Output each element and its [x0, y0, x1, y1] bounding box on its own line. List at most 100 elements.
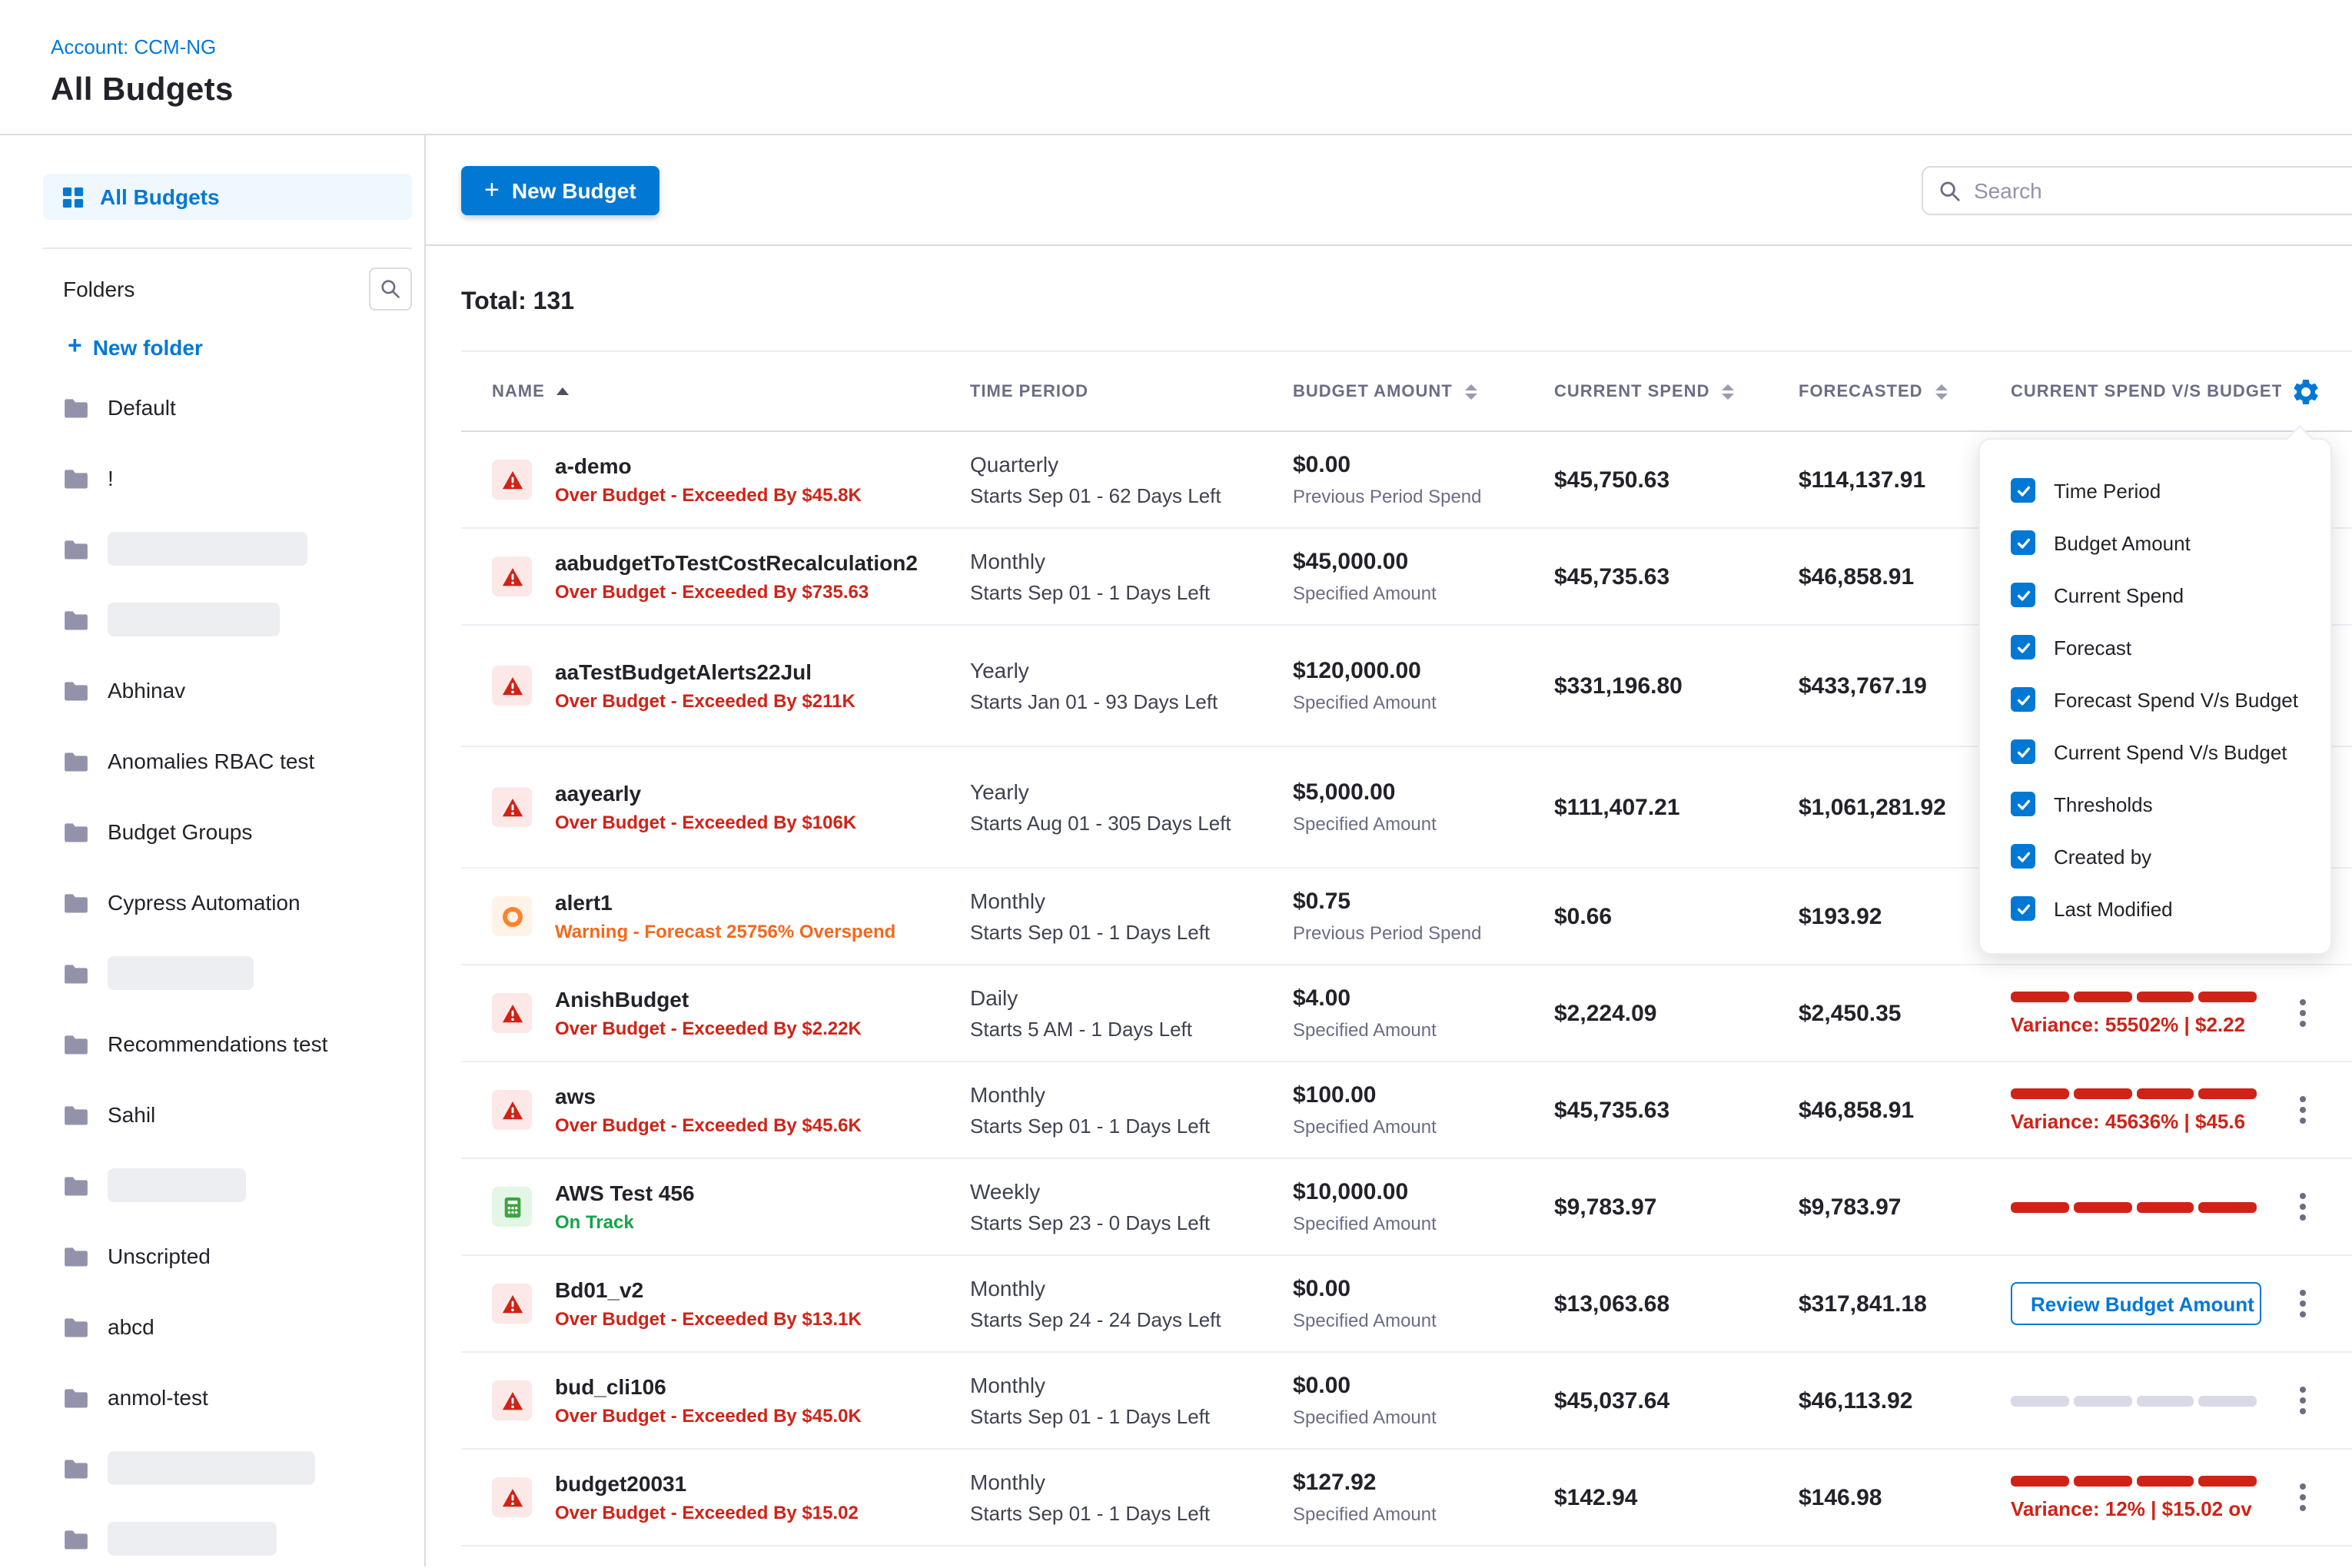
column-toggle-item[interactable]: Forecast Spend V/s Budget	[1980, 673, 2330, 726]
column-toggle-item[interactable]: Forecast	[1980, 621, 2330, 673]
budget-status: Over Budget - Exceeded By $106K	[555, 812, 856, 833]
sidebar-folder-item[interactable]	[43, 938, 412, 1008]
budget-status: On Track	[555, 1211, 695, 1233]
sidebar-folder-item[interactable]	[43, 584, 412, 655]
sidebar-folder-item[interactable]: Budget Groups	[43, 796, 412, 867]
checkbox[interactable]	[2011, 635, 2035, 659]
forecasted: $193.92	[1799, 903, 1980, 929]
sidebar-folder-item[interactable]: Anomalies RBAC test	[43, 726, 412, 796]
over-budget-alert-icon	[492, 993, 532, 1033]
sidebar-folder-item[interactable]: anmol-test	[43, 1362, 412, 1433]
checkbox[interactable]	[2011, 583, 2035, 607]
sidebar-folder-item[interactable]: Default	[43, 372, 412, 443]
sidebar-folder-item[interactable]	[43, 1503, 412, 1566]
column-toggle-item[interactable]: Time Period	[1980, 464, 2330, 517]
budget-name: bud_cli106	[555, 1374, 862, 1399]
review-budget-button[interactable]: Review Budget Amount	[2011, 1282, 2261, 1325]
checkbox-label: Current Spend	[2054, 583, 2184, 606]
spend-vs-budget-bar: Variance: 55502% | $2.22	[2011, 991, 2260, 1035]
column-settings-items: Time Period Budget Amount Current Spend …	[1980, 464, 2330, 935]
redacted-folder-name	[108, 1168, 246, 1202]
column-header[interactable]: Current Spend	[1523, 382, 1768, 400]
budget-amount: $4.00	[1293, 985, 1523, 1012]
column-settings-gear-icon[interactable]	[2291, 376, 2321, 407]
column-header[interactable]: Budget Amount	[1262, 382, 1523, 400]
table-row[interactable]: budget20031 Over Budget - Exceeded By $1…	[461, 1450, 2352, 1546]
column-header[interactable]: Current Spend V/s Budget	[1980, 382, 2281, 400]
plus-icon: +	[484, 177, 500, 203]
sidebar-folder-item[interactable]	[43, 513, 412, 584]
budget-amount: $0.00	[1293, 1373, 1523, 1399]
checkbox[interactable]	[2011, 792, 2035, 816]
search-icon	[380, 278, 401, 300]
forecasted: $317,841.18	[1799, 1291, 1980, 1317]
row-menu-icon[interactable]	[2300, 1290, 2306, 1317]
sidebar-folder-item[interactable]: !	[43, 443, 412, 513]
sidebar-folder-item[interactable]	[43, 1433, 412, 1503]
folder-label: Anomalies RBAC test	[108, 749, 314, 773]
budget-name: AnishBudget	[555, 987, 862, 1012]
column-toggle-item[interactable]: Last Modified	[1980, 882, 2330, 935]
column-toggle-item[interactable]: Budget Amount	[1980, 517, 2330, 569]
forecasted: $46,858.91	[1799, 1097, 1980, 1123]
current-spend: $9,783.97	[1554, 1194, 1768, 1220]
column-header[interactable]: Time Period	[939, 382, 1262, 400]
folder-icon	[63, 1384, 89, 1410]
sidebar-folder-item[interactable]: Abhinav	[43, 655, 412, 726]
variance-text: Variance: 45636% | $45.6	[2011, 1109, 2260, 1132]
spend-vs-budget-bar	[2011, 1201, 2260, 1212]
column-header[interactable]: Name	[461, 382, 939, 400]
row-menu-icon[interactable]	[2300, 1193, 2306, 1221]
column-toggle-item[interactable]: Thresholds	[1980, 778, 2330, 830]
budget-amount-note: Previous Period Spend	[1293, 922, 1523, 944]
new-budget-button[interactable]: + New Budget	[461, 165, 659, 214]
time-period: Monthly	[970, 1082, 1262, 1107]
row-menu-icon[interactable]	[2300, 1387, 2306, 1414]
column-toggle-item[interactable]: Current Spend	[1980, 569, 2330, 621]
page-header: Account: CCM-NG All Budgets	[0, 0, 2352, 135]
redacted-folder-name	[108, 603, 280, 636]
folder-icon	[63, 606, 89, 633]
sidebar-folder-item[interactable]	[43, 1150, 412, 1221]
table-row[interactable]: bud_cli106 Over Budget - Exceeded By $45…	[461, 1353, 2352, 1450]
sidebar-item-label: All Budgets	[100, 184, 220, 209]
row-menu-icon[interactable]	[2300, 1483, 2306, 1511]
search-input[interactable]	[1974, 178, 2352, 203]
row-menu-icon[interactable]	[2300, 1096, 2306, 1124]
checkbox[interactable]	[2011, 844, 2035, 869]
sidebar-folder-item[interactable]: abcd	[43, 1291, 412, 1362]
checkbox-label: Budget Amount	[2054, 531, 2191, 554]
threshold-bar	[2011, 1088, 2257, 1098]
budget-amount: $45,000.00	[1293, 549, 1523, 575]
forecasted: $2,450.35	[1799, 1000, 1980, 1026]
column-toggle-item[interactable]: Current Spend V/s Budget	[1980, 726, 2330, 778]
over-budget-alert-icon	[492, 1380, 532, 1420]
budget-status: Over Budget - Exceeded By $211K	[555, 690, 855, 712]
sidebar-item-all-budgets[interactable]: All Budgets	[43, 174, 412, 220]
folder-search-button[interactable]	[369, 267, 412, 311]
sidebar-folder-item[interactable]: Cypress Automation	[43, 867, 412, 938]
checkbox[interactable]	[2011, 530, 2035, 555]
checkbox[interactable]	[2011, 687, 2035, 712]
table-row[interactable]: AWS Test 456 On Track Weekly Starts Sep …	[461, 1159, 2352, 1256]
table-row[interactable]: AnishBudget Over Budget - Exceeded By $2…	[461, 965, 2352, 1062]
checkbox[interactable]	[2011, 739, 2035, 764]
table-row[interactable]: aws Over Budget - Exceeded By $45.6K Mon…	[461, 1062, 2352, 1159]
budget-name: a-demo	[555, 453, 862, 478]
time-period: Monthly	[970, 1373, 1262, 1397]
sidebar-folder-item[interactable]: Recommendations test	[43, 1008, 412, 1079]
time-period-detail: Starts Sep 01 - 1 Days Left	[970, 581, 1262, 604]
account-breadcrumb-link[interactable]: Account: CCM-NG	[51, 35, 216, 58]
table-row[interactable]: Bd01_v2 Over Budget - Exceeded By $13.1K…	[461, 1256, 2352, 1353]
checkbox[interactable]	[2011, 896, 2035, 921]
sidebar-folder-item[interactable]: Sahil	[43, 1079, 412, 1150]
column-toggle-item[interactable]: Created by	[1980, 830, 2330, 882]
time-period: Monthly	[970, 1470, 1262, 1494]
threshold-bar	[2011, 1201, 2257, 1212]
row-menu-icon[interactable]	[2300, 999, 2306, 1027]
column-header[interactable]: Forecasted	[1768, 382, 1980, 400]
sidebar-folder-item[interactable]: Unscripted	[43, 1221, 412, 1291]
new-folder-button[interactable]: + New folder	[43, 329, 412, 366]
checkbox[interactable]	[2011, 478, 2035, 503]
budgets-page: Account: CCM-NG All Budgets All Budgets …	[0, 0, 2352, 1568]
